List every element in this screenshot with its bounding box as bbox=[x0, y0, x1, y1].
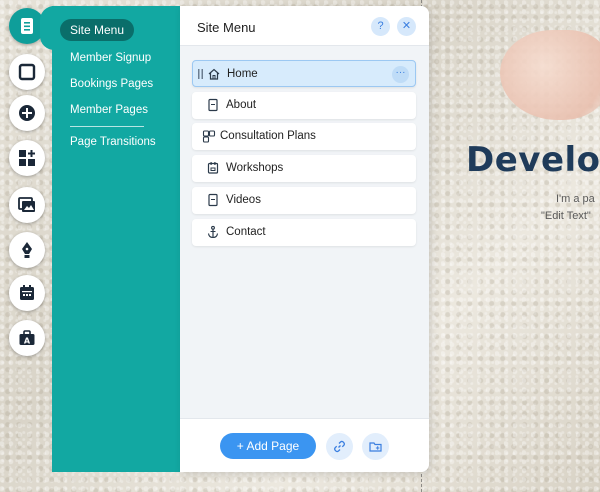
add-page-button[interactable]: + Add Page bbox=[220, 433, 316, 459]
page-label: Workshops bbox=[226, 162, 284, 174]
business-button[interactable]: A bbox=[9, 320, 45, 356]
page-icon bbox=[208, 98, 218, 112]
page-row-home[interactable]: Home ··· bbox=[192, 60, 416, 87]
drag-handle-icon[interactable] bbox=[198, 69, 204, 79]
blog-pen-icon bbox=[22, 242, 32, 258]
pages-icon bbox=[21, 18, 33, 34]
media-button[interactable] bbox=[9, 187, 45, 223]
add-icon bbox=[19, 105, 35, 121]
more-actions-button[interactable]: ··· bbox=[392, 66, 409, 83]
app-market-button[interactable] bbox=[9, 140, 45, 176]
close-button[interactable]: ✕ bbox=[397, 17, 416, 36]
add-link-button[interactable] bbox=[326, 433, 353, 460]
page-label: Consultation Plans bbox=[220, 130, 316, 142]
plans-icon bbox=[202, 130, 216, 143]
page-label: Videos bbox=[226, 194, 261, 206]
submenu-item-site-menu[interactable]: Site Menu bbox=[60, 19, 135, 41]
page-icon bbox=[208, 193, 218, 207]
page-label: Home bbox=[227, 68, 258, 80]
page-row-consultation-plans[interactable]: Consultation Plans bbox=[192, 123, 416, 150]
panel-header: Site Menu ? ✕ bbox=[180, 6, 429, 46]
link-icon bbox=[334, 440, 345, 453]
background-button[interactable] bbox=[9, 54, 45, 90]
background-icon bbox=[18, 63, 36, 81]
svg-text:A: A bbox=[24, 337, 31, 346]
bookings-calendar-icon bbox=[20, 285, 34, 300]
page-row-workshops[interactable]: Workshops bbox=[192, 155, 416, 182]
bookings-button[interactable] bbox=[9, 275, 45, 311]
page-label: Contact bbox=[226, 226, 266, 238]
business-briefcase-icon: A bbox=[19, 330, 35, 346]
page-row-contact[interactable]: Contact bbox=[192, 219, 416, 246]
page-row-videos[interactable]: Videos bbox=[192, 187, 416, 214]
folder-add-icon bbox=[369, 442, 382, 452]
submenu-item-member-pages[interactable]: Member Pages bbox=[70, 104, 148, 116]
submenu-divider bbox=[70, 126, 144, 127]
panel-footer: + Add Page bbox=[180, 418, 429, 472]
hero-heading[interactable]: Develop bbox=[466, 140, 600, 180]
submenu-item-page-transitions[interactable]: Page Transitions bbox=[70, 136, 156, 148]
help-button[interactable]: ? bbox=[371, 17, 390, 36]
add-button[interactable] bbox=[9, 95, 45, 131]
submenu-item-bookings-pages[interactable]: Bookings Pages bbox=[70, 78, 153, 90]
page-label: About bbox=[226, 99, 257, 111]
hero-paragraph-line[interactable]: "Edit Text" bbox=[541, 210, 591, 222]
hero-paragraph-line[interactable]: I'm a pa bbox=[556, 193, 595, 205]
calendar-page-icon bbox=[207, 162, 219, 174]
site-menu-panel: Site Menu ? ✕ Home ··· About Consultatio… bbox=[180, 6, 429, 472]
media-icon bbox=[18, 197, 35, 212]
page-row-about[interactable]: About bbox=[192, 92, 416, 119]
blog-button[interactable] bbox=[9, 232, 45, 268]
app-market-icon bbox=[19, 150, 35, 166]
panel-title: Site Menu bbox=[197, 20, 256, 35]
home-icon bbox=[208, 68, 220, 80]
anchor-icon bbox=[207, 225, 219, 239]
submenu-item-member-signup[interactable]: Member Signup bbox=[70, 52, 151, 64]
add-folder-button[interactable] bbox=[362, 433, 389, 460]
pages-submenu-panel: Site Menu Member Signup Bookings Pages M… bbox=[52, 6, 180, 472]
